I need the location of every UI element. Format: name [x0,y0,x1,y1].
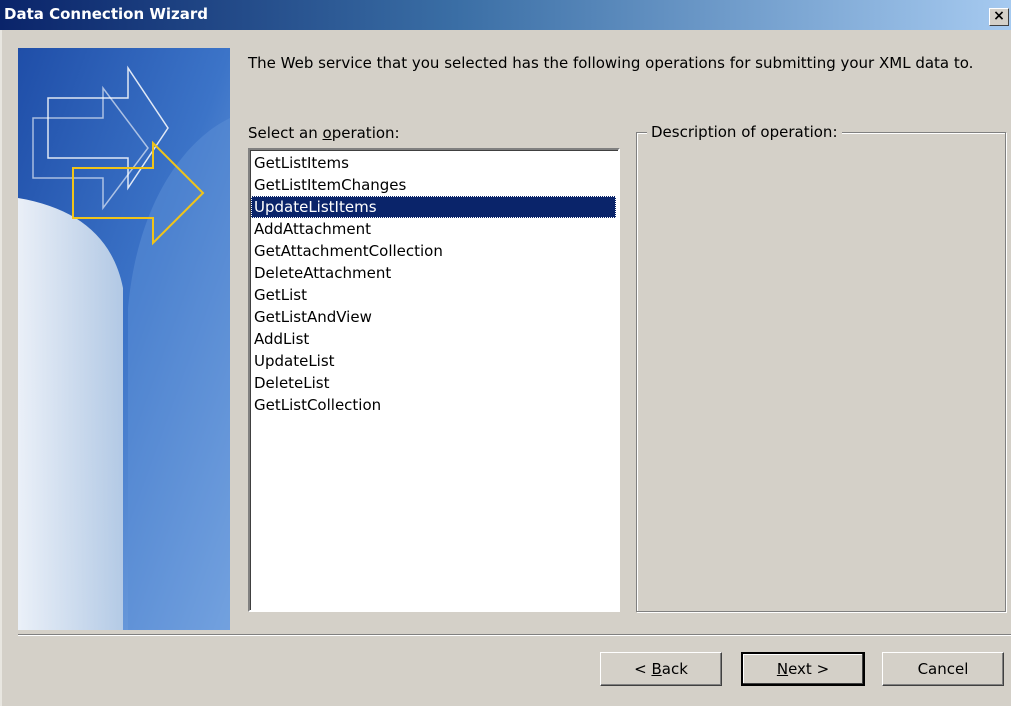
back-label-prefix: < [634,660,652,678]
back-label-rest: ack [661,660,688,678]
next-button[interactable]: Next > [741,652,865,686]
operation-list[interactable]: GetListItems GetListItemChanges UpdateList… [250,150,618,416]
close-button[interactable]: × [989,8,1009,26]
intro-text: The Web service that you selected has th… [248,54,974,72]
cancel-button[interactable]: Cancel [882,652,1004,686]
operation-list-item[interactable]: GetAttachmentCollection [251,240,616,262]
operation-list-item[interactable]: AddAttachment [251,218,616,240]
label-accelerator: o [322,124,332,142]
operation-list-item[interactable]: GetListItems [251,152,616,174]
label-text: Select an [248,124,323,142]
operation-list-item[interactable]: UpdateListItems [251,196,616,218]
back-label-accel: B [651,660,662,678]
wizard-arrows-banner [18,48,230,630]
operation-list-item[interactable]: DeleteAttachment [251,262,616,284]
operation-list-label: Select an operation: [248,124,400,142]
description-legend: Description of operation: [647,123,842,141]
next-label-rest: ext > [788,660,830,678]
operation-list-item[interactable]: DeleteList [251,372,616,394]
operation-listbox[interactable]: GetListItems GetListItemChanges UpdateList… [248,148,620,612]
back-button[interactable]: < Back [600,652,722,686]
operation-list-item[interactable]: AddList [251,328,616,350]
description-group: Description of operation: [636,123,1006,612]
label-text-rest: peration: [331,124,400,142]
operation-list-item[interactable]: GetListCollection [251,394,616,416]
next-label-accel: N [776,660,789,678]
operation-list-item[interactable]: UpdateList [251,350,616,372]
close-icon: × [993,8,1005,24]
operation-list-item[interactable]: GetListAndView [251,306,616,328]
operation-list-item[interactable]: GetListItemChanges [251,174,616,196]
title-bar: Data Connection Wizard × [0,0,1011,30]
button-separator [18,634,1011,636]
operation-list-item[interactable]: GetList [251,284,616,306]
window-title: Data Connection Wizard [4,5,209,23]
window-left-edge [0,30,2,706]
